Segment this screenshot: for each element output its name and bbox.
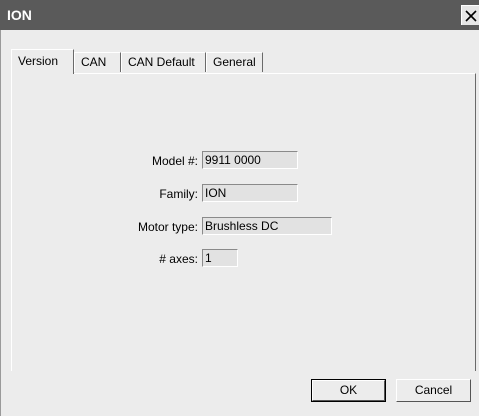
motor-type-label: Motor type: (137, 220, 198, 234)
model-field[interactable]: 9911 0000 (202, 151, 298, 169)
axes-label: # axes: (159, 252, 198, 266)
cancel-button[interactable]: Cancel (396, 379, 471, 402)
motor-type-field[interactable]: Brushless DC (202, 217, 332, 235)
family-row: Family: ION (12, 184, 312, 202)
axes-field[interactable]: 1 (202, 249, 238, 267)
tab-general[interactable]: General (206, 52, 263, 72)
ok-button[interactable]: OK (311, 379, 386, 402)
close-icon (465, 10, 477, 22)
version-panel: Model #: 9911 0000 Family: ION Motor typ… (11, 73, 476, 371)
dialog-body: Version CAN CAN Default General Model #:… (0, 30, 479, 416)
model-row: Model #: 9911 0000 (12, 151, 312, 169)
model-label: Model #: (151, 154, 198, 168)
tab-can[interactable]: CAN (74, 52, 121, 72)
title-bar: ION (0, 0, 479, 30)
family-field[interactable]: ION (202, 184, 298, 202)
window-title: ION (7, 7, 32, 23)
tab-version[interactable]: Version (11, 49, 74, 74)
axes-row: # axes: 1 (12, 249, 252, 267)
close-button[interactable] (461, 5, 479, 25)
tab-can-default[interactable]: CAN Default (121, 52, 206, 72)
motor-type-row: Motor type: Brushless DC (12, 217, 342, 235)
family-label: Family: (159, 187, 198, 201)
